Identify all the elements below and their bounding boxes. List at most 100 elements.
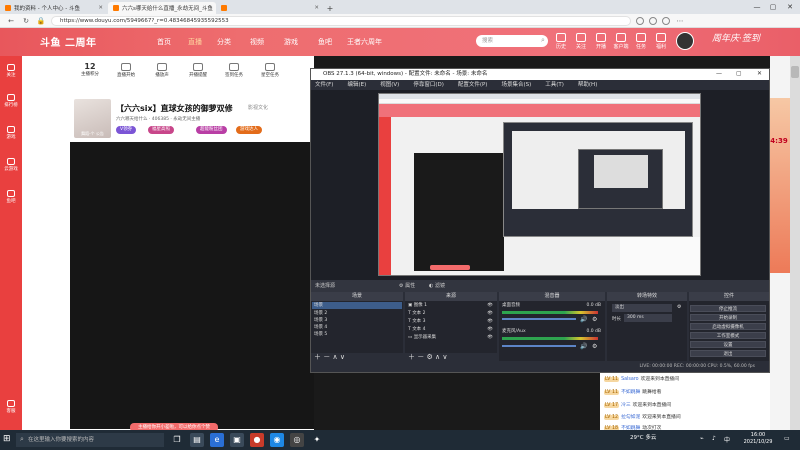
follow-icon[interactable]: 关注 <box>572 33 590 50</box>
video-player[interactable] <box>70 142 314 429</box>
url-input[interactable]: https://www.douyu.com/5949667?_r=0.48346… <box>51 15 631 26</box>
app-icon[interactable]: ● <box>250 433 264 447</box>
source-item[interactable]: T 文本 4 👁 <box>406 326 496 333</box>
taskbar-search-input[interactable]: 在这里输入你要搜索的内容 <box>16 433 164 447</box>
move-down-icon[interactable]: ∨ <box>442 353 447 361</box>
minimize-icon[interactable]: — <box>750 1 764 13</box>
close-icon[interactable]: ✕ <box>314 5 319 11</box>
gear-icon[interactable]: ⚙ <box>677 304 681 310</box>
ime-icon[interactable]: 中 <box>724 435 730 444</box>
nav-live[interactable]: 直播 <box>188 37 202 47</box>
sidebar-item-cloud-game[interactable]: 云游戏 <box>0 158 22 172</box>
nav-fishbar[interactable]: 鱼吧 <box>318 37 332 47</box>
history-icon[interactable]: 历史 <box>552 33 570 50</box>
badge-fan-club[interactable]: 超能粉丝团 <box>196 126 227 134</box>
speaker-icon[interactable]: 🔊 <box>580 316 587 323</box>
obs-menu-edit[interactable]: 编辑(E) <box>347 80 366 90</box>
virtual-camera-button[interactable]: 启动虚拟摄像机 <box>690 323 766 330</box>
move-down-icon[interactable]: ∨ <box>340 353 345 361</box>
obs-menu-help[interactable]: 帮助(H) <box>578 80 597 90</box>
new-tab-button[interactable]: + <box>324 2 336 14</box>
search-input[interactable]: 搜索 <box>476 35 548 47</box>
stat-points[interactable]: 12 主播积分 <box>72 62 108 78</box>
obs-menu-profile[interactable]: 配置文件(P) <box>458 80 488 90</box>
scene-item[interactable]: 场景 5 <box>312 331 402 338</box>
exit-button[interactable]: 退出 <box>690 350 766 357</box>
back-icon[interactable]: ← <box>6 17 16 25</box>
add-icon[interactable]: ＋ <box>314 353 321 361</box>
source-item[interactable]: ▣ 图像 1 👁 <box>406 302 496 309</box>
start-recording-button[interactable]: 开始录制 <box>690 314 766 321</box>
page-scrollbar[interactable] <box>790 56 800 430</box>
pinned-app-icon[interactable]: ✦ <box>310 433 324 447</box>
volume-slider[interactable] <box>502 345 576 347</box>
sidebar-item-service[interactable]: 客服 <box>0 400 22 414</box>
studio-mode-button[interactable]: 工作室模式 <box>690 332 766 339</box>
badge-fortune[interactable]: 福星高照 <box>148 126 174 134</box>
task-view-icon[interactable]: ❐ <box>170 433 184 447</box>
obs-maximize-icon[interactable]: ▢ <box>736 70 742 77</box>
browser-icon[interactable]: ◉ <box>270 433 284 447</box>
obs-menu-view[interactable]: 视图(V) <box>380 80 399 90</box>
scene-item[interactable]: 场景 2 <box>312 310 402 317</box>
volume-slider[interactable] <box>502 318 576 320</box>
add-icon[interactable]: ＋ <box>408 353 415 361</box>
promo-banner[interactable] <box>768 98 790 273</box>
site-logo[interactable]: 斗鱼 二周年 <box>40 34 96 49</box>
obs-menu-docks[interactable]: 停靠窗口(D) <box>413 80 444 90</box>
task-icon[interactable]: 任务 <box>632 33 650 50</box>
stat-star[interactable]: 星空任务 <box>252 62 288 78</box>
nav-category[interactable]: 分类 <box>217 37 231 47</box>
move-up-icon[interactable]: ∧ <box>435 353 440 361</box>
nav-game[interactable]: 游戏 <box>284 37 298 47</box>
remove-icon[interactable]: － <box>417 353 424 361</box>
stat-remind[interactable]: 开播提醒 <box>180 62 216 78</box>
reload-icon[interactable]: ↻ <box>21 17 31 25</box>
room-category[interactable]: 影视文化 <box>248 104 268 111</box>
obs-minimize-icon[interactable]: — <box>716 70 722 77</box>
stop-streaming-button[interactable]: 停止推流 <box>690 305 766 312</box>
stat-checkin[interactable]: 签到任务 <box>216 62 252 78</box>
anniversary-banner[interactable]: 周年庆·签到 <box>712 31 760 44</box>
close-window-icon[interactable]: ✕ <box>783 1 797 13</box>
windows-start-icon[interactable]: ⊞ <box>3 434 11 444</box>
store-icon[interactable]: ▣ <box>230 433 244 447</box>
search-icon[interactable]: ⌕ <box>541 36 545 45</box>
nav-home[interactable]: 首页 <box>157 37 171 47</box>
obs-menu-scene-collection[interactable]: 场景集合(S) <box>501 80 531 90</box>
client-icon[interactable]: 客户端 <box>612 33 630 50</box>
properties-button[interactable]: ⚙ 属性 <box>399 280 415 292</box>
stat-live[interactable]: 直播开始 <box>108 62 144 78</box>
favorites-icon[interactable] <box>636 16 644 25</box>
badge-vip[interactable]: V领券 <box>116 126 137 134</box>
duration-input[interactable]: 300 ms <box>624 314 672 322</box>
more-icon[interactable]: ⋯ <box>675 17 685 25</box>
edge-icon[interactable]: e <box>210 433 224 447</box>
broadcast-icon[interactable]: 开播 <box>592 33 610 50</box>
gear-icon[interactable]: ⚙ <box>592 343 597 350</box>
source-item[interactable]: T 文本 2 👁 <box>406 310 496 317</box>
settings-button[interactable]: 设置 <box>690 341 766 348</box>
sidebar-item-rank[interactable]: 排行榜 <box>0 94 22 108</box>
notification-icon[interactable]: ▭ <box>784 435 790 442</box>
sidebar-item-game[interactable]: 游戏 <box>0 126 22 140</box>
obs-close-icon[interactable]: ✕ <box>757 70 762 77</box>
obs-menu-tools[interactable]: 工具(T) <box>545 80 564 90</box>
move-up-icon[interactable]: ∧ <box>332 353 337 361</box>
speaker-icon[interactable]: 🔊 <box>580 343 587 350</box>
taskbar-clock[interactable]: 16:00 2021/10/29 <box>736 432 780 446</box>
source-item[interactable]: ▭ 显示器采集 👁 <box>406 334 496 341</box>
sidebar-item-fishbar[interactable]: 鱼吧 <box>0 190 22 204</box>
explorer-icon[interactable]: ▤ <box>190 433 204 447</box>
close-icon[interactable]: ✕ <box>98 5 103 11</box>
sidebar-item-follow[interactable]: 关注 <box>0 64 22 78</box>
gift-icon[interactable]: 福利 <box>652 33 670 50</box>
source-item[interactable]: T 文本 3 👁 <box>406 318 496 325</box>
nav-event[interactable]: 王者六周年 <box>347 37 382 47</box>
browser-tab-active[interactable]: 六六s哪天给什么直播_永劫无间_斗鱼✕ <box>108 2 216 14</box>
obs-menu-file[interactable]: 文件(F) <box>315 80 333 90</box>
remove-icon[interactable]: － <box>323 353 330 361</box>
scene-item[interactable]: 场景 <box>312 302 402 309</box>
volume-icon[interactable]: ♪ <box>712 435 716 442</box>
scene-item[interactable]: 场景 3 <box>312 317 402 324</box>
